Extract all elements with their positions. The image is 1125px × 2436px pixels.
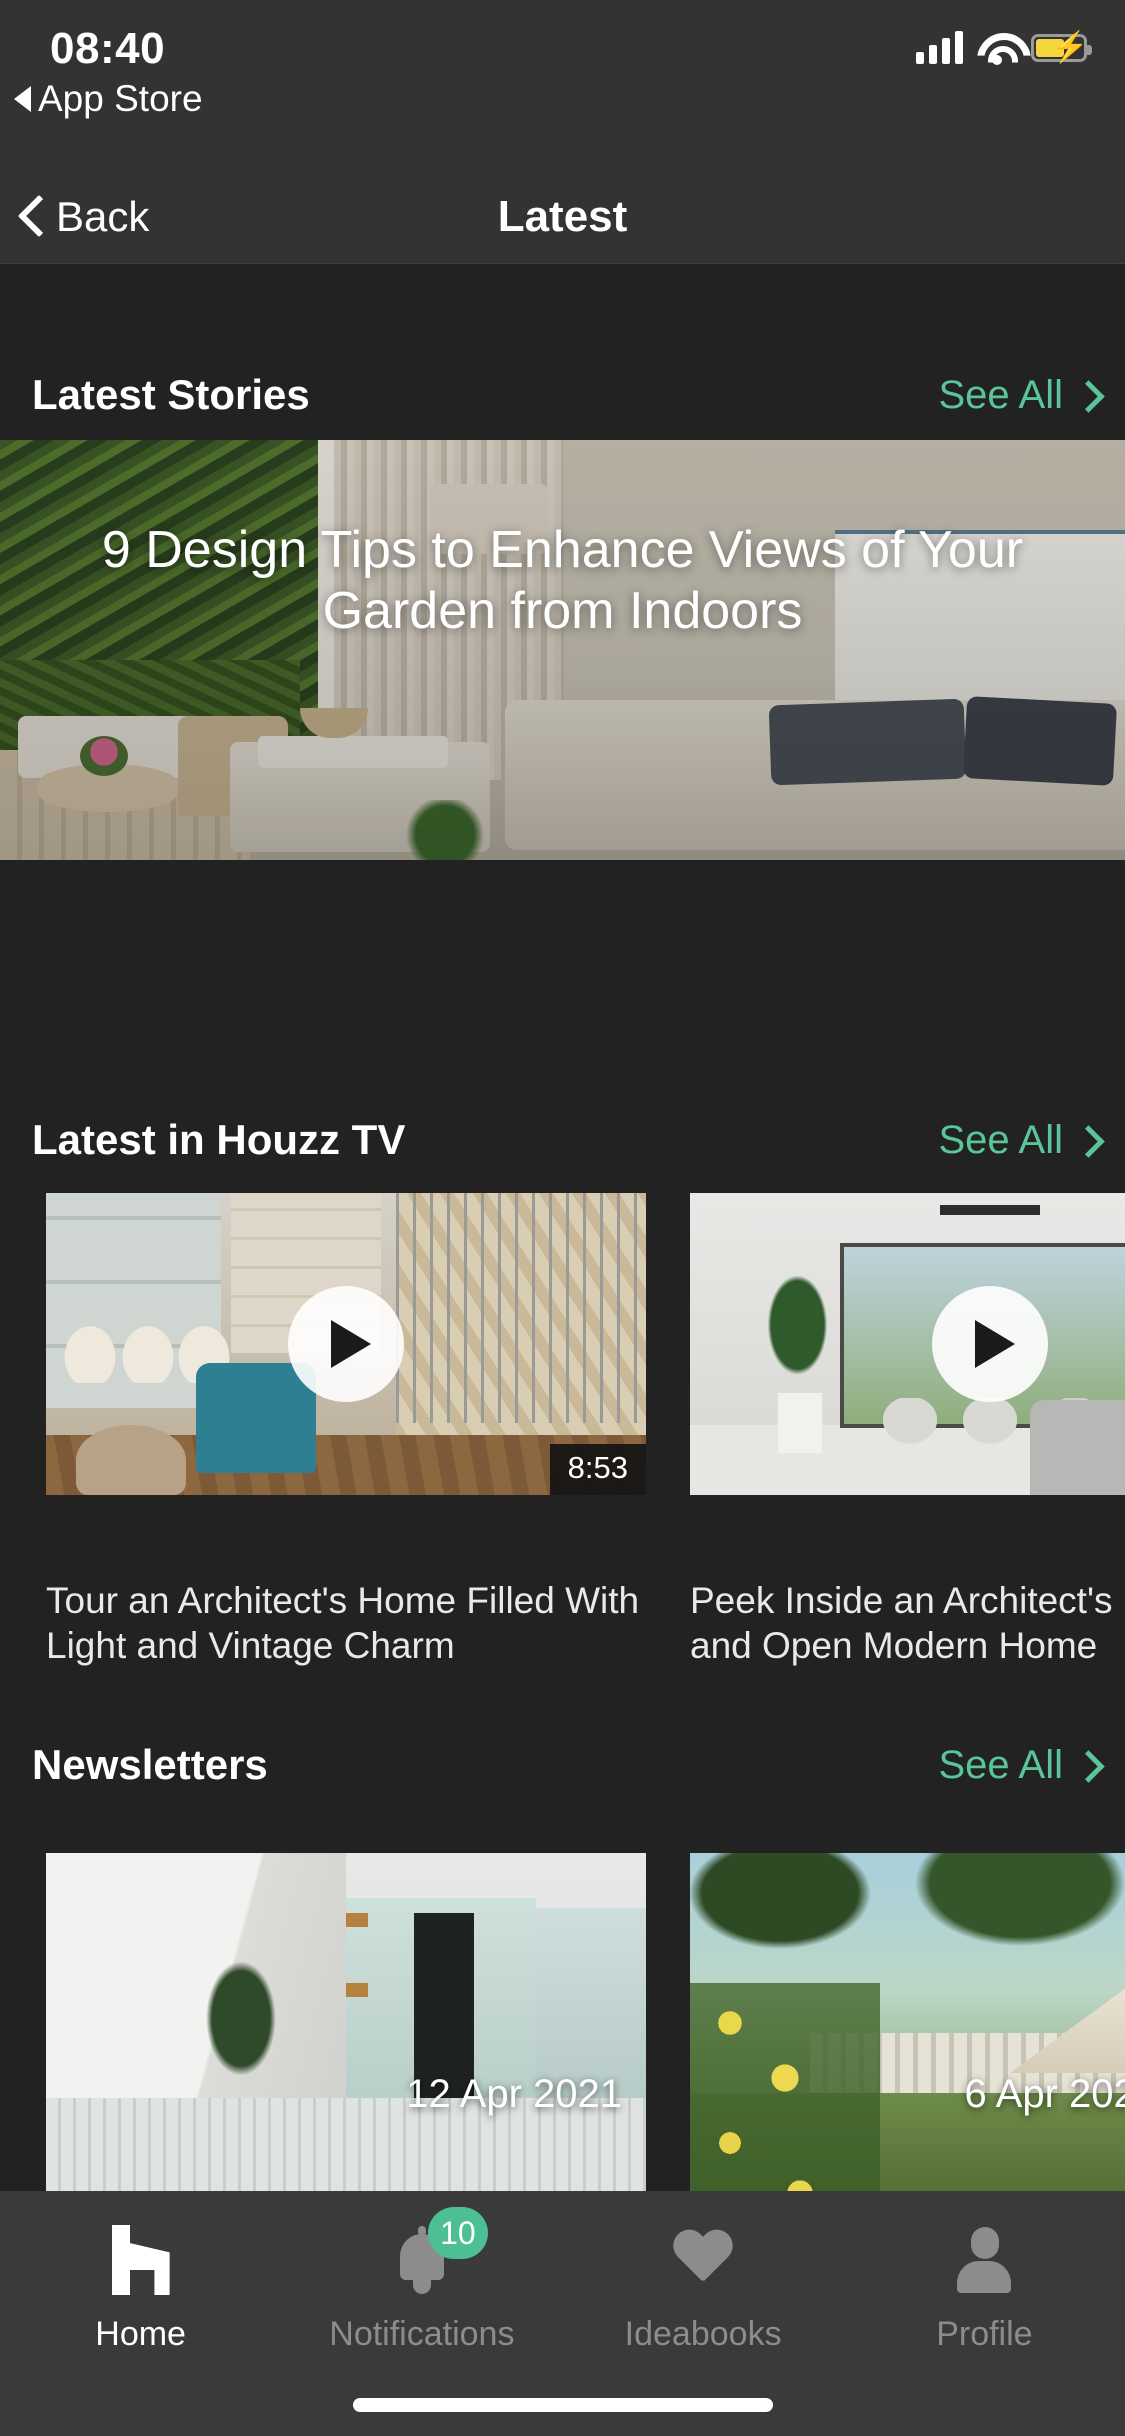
tab-label: Notifications	[329, 2315, 515, 2353]
tab-label: Ideabooks	[624, 2315, 782, 2353]
newsletter-card[interactable]: 6 Apr 2021	[690, 1853, 1125, 2193]
chevron-right-icon	[1077, 382, 1093, 408]
chevron-right-icon	[1077, 1752, 1093, 1778]
status-bar-time: 08:40	[50, 24, 166, 73]
battery-charging-icon: ⚡	[1031, 33, 1092, 63]
houzz-home-icon	[101, 2221, 181, 2299]
video-title: Tour an Architect's Home Filled With Lig…	[46, 1580, 640, 1667]
wifi-icon	[977, 33, 1017, 65]
cellular-signal-icon	[916, 31, 963, 64]
video-duration-badge: 8:53	[549, 1444, 646, 1495]
newsletter-card[interactable]: 12 Apr 2021	[46, 1853, 646, 2193]
back-triangle-icon	[14, 86, 31, 112]
section-header-latest-stories: Latest Stories See All	[0, 350, 1125, 440]
see-all-houzz-tv-button[interactable]: See All	[938, 1118, 1093, 1163]
page-title: Latest	[497, 192, 628, 241]
heart-icon	[663, 2221, 743, 2299]
video-card[interactable]: 8:53	[46, 1193, 646, 1495]
featured-story-card[interactable]: 9 Design Tips to Enhance Views of Your G…	[0, 440, 1125, 860]
newsletter-date: 6 Apr 2021	[964, 2072, 1125, 2116]
section-header-houzz-tv: Latest in Houzz TV See All	[0, 1095, 1125, 1185]
section-title: Latest in Houzz TV	[32, 1116, 406, 1163]
tab-profile[interactable]: Profile	[844, 2191, 1125, 2436]
tab-label: Home	[95, 2315, 186, 2353]
see-all-label: See All	[938, 372, 1063, 417]
return-to-app-store-button[interactable]: App Store	[14, 78, 203, 120]
newsletter-image: 6 Apr 2021	[690, 1853, 1125, 2193]
see-all-label: See All	[938, 1117, 1063, 1162]
video-title: Peek Inside an Architect's Bright and Op…	[690, 1580, 1125, 1667]
tab-home[interactable]: Home	[0, 2191, 281, 2436]
video-card[interactable]	[690, 1193, 1125, 1495]
featured-story-title: 9 Design Tips to Enhance Views of Your G…	[101, 521, 1024, 641]
status-bar: 08:40 App Store ⚡	[0, 0, 1125, 170]
play-icon[interactable]	[932, 1286, 1048, 1402]
bottom-tab-bar: Home 10 Notifications Ideabooks Profile	[0, 2191, 1125, 2436]
person-icon	[944, 2221, 1024, 2299]
newsletter-date: 12 Apr 2021	[406, 2072, 622, 2116]
app-screen: 08:40 App Store ⚡ Back Latest Latest Sto…	[0, 0, 1125, 2436]
return-app-label: App Store	[38, 78, 203, 119]
home-indicator[interactable]	[352, 2398, 773, 2412]
section-header-newsletters: Newsletters See All	[0, 1720, 1125, 1810]
section-title: Newsletters	[32, 1741, 268, 1788]
chevron-right-icon	[1077, 1127, 1093, 1153]
featured-story-image	[0, 440, 1125, 860]
notifications-badge: 10	[427, 2207, 488, 2259]
see-all-label: See All	[938, 1742, 1063, 1787]
section-title: Latest Stories	[32, 371, 310, 418]
tab-label: Profile	[936, 2315, 1033, 2353]
video-thumbnail: 8:53	[46, 1193, 646, 1495]
video-thumbnail	[690, 1193, 1125, 1495]
navigation-bar: Back Latest	[0, 170, 1125, 264]
status-bar-indicators: ⚡	[916, 26, 1092, 70]
newsletter-image: 12 Apr 2021	[46, 1853, 646, 2193]
see-all-latest-stories-button[interactable]: See All	[938, 373, 1093, 418]
see-all-newsletters-button[interactable]: See All	[938, 1743, 1093, 1788]
play-icon[interactable]	[288, 1286, 404, 1402]
